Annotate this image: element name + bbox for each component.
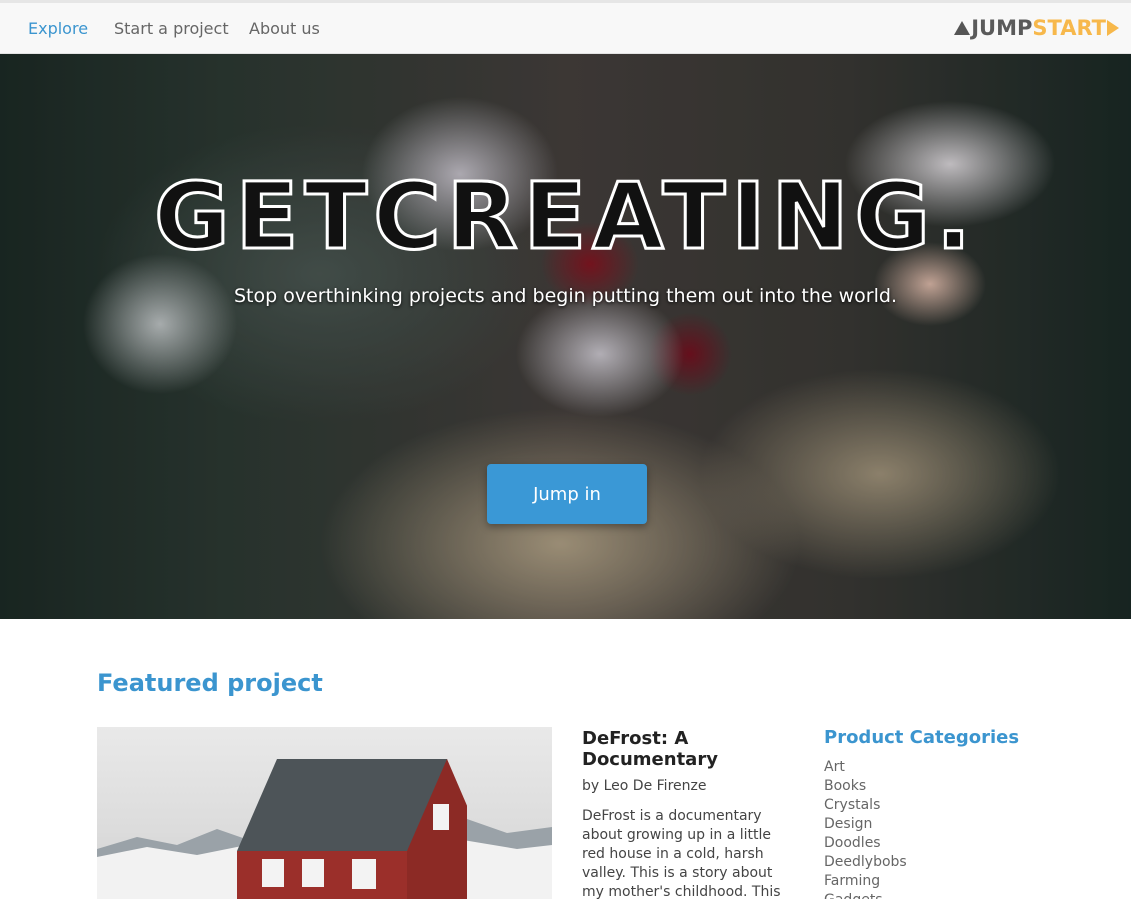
category-item[interactable]: Art bbox=[824, 758, 907, 777]
top-nav: Explore Start a project About us JUMP ST… bbox=[0, 0, 1131, 54]
category-item[interactable]: Crystals bbox=[824, 796, 907, 815]
jump-in-button[interactable]: Jump in bbox=[487, 464, 647, 524]
categories-title: Product Categories bbox=[824, 727, 1020, 748]
logo-start: START bbox=[1032, 16, 1106, 40]
logo-triangle-icon bbox=[954, 21, 971, 35]
category-item[interactable]: Design bbox=[824, 815, 907, 834]
project-title[interactable]: DeFrost: A Documentary bbox=[582, 728, 802, 770]
hero-banner: GETCREATING. Stop overthinking projects … bbox=[0, 54, 1131, 619]
hero-overlay bbox=[0, 54, 1131, 619]
featured-section-title: Featured project bbox=[97, 669, 323, 697]
hero-title: GETCREATING. bbox=[153, 162, 977, 272]
hero-subtitle: Stop overthinking projects and begin put… bbox=[234, 285, 897, 307]
category-item[interactable]: Farming bbox=[824, 872, 907, 891]
nav-about-us[interactable]: About us bbox=[249, 19, 320, 38]
categories-list: Art Books Crystals Design Doodles Deedly… bbox=[824, 758, 907, 899]
project-author: by Leo De Firenze bbox=[582, 778, 707, 794]
category-item[interactable]: Deedlybobs bbox=[824, 853, 907, 872]
category-item[interactable]: Gadgets bbox=[824, 891, 907, 899]
category-item[interactable]: Books bbox=[824, 777, 907, 796]
nav-start-project[interactable]: Start a project bbox=[114, 19, 229, 38]
project-description: DeFrost is a documentary about growing u… bbox=[582, 808, 781, 899]
nav-explore[interactable]: Explore bbox=[28, 19, 88, 38]
red-house-illustration bbox=[237, 759, 467, 899]
logo-jump: JUMP bbox=[971, 16, 1033, 40]
featured-project-image[interactable] bbox=[97, 727, 552, 899]
jumpstart-logo[interactable]: JUMP START bbox=[954, 14, 1119, 42]
category-item[interactable]: Doodles bbox=[824, 834, 907, 853]
logo-arrow-icon bbox=[1107, 20, 1119, 36]
